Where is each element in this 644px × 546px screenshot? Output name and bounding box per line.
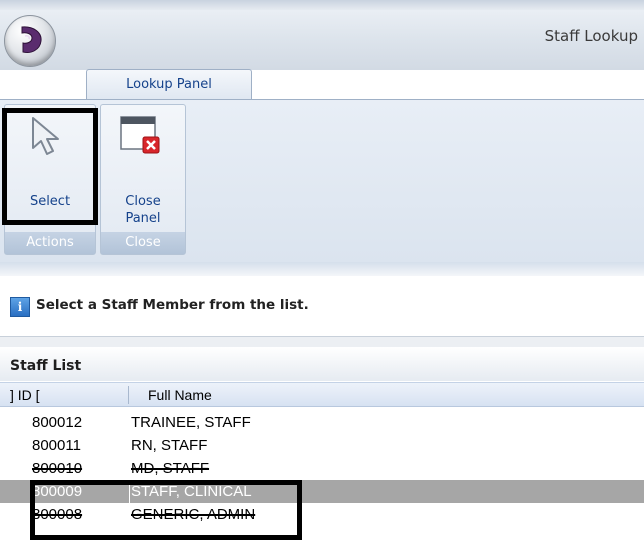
close-button-label-line2: Panel bbox=[125, 211, 161, 226]
application-orb-button[interactable] bbox=[4, 15, 56, 67]
ribbon-group-close: Close Panel Close bbox=[100, 104, 186, 255]
close-button-label-line1: Close bbox=[125, 194, 161, 209]
staff-id-cell: 800009 bbox=[32, 480, 130, 503]
staff-list-title: Staff List bbox=[10, 358, 82, 374]
table-row[interactable]: 800008 GENERIC, ADMIN bbox=[0, 503, 644, 526]
ribbon-group-label-actions: Actions bbox=[5, 232, 95, 254]
select-button-label: Select bbox=[29, 194, 71, 209]
ribbon-group-actions: Select Actions bbox=[4, 104, 96, 255]
info-icon: i bbox=[10, 297, 30, 317]
table-row[interactable]: 800010 MD, STAFF bbox=[0, 457, 644, 480]
info-message: Select a Staff Member from the list. bbox=[36, 297, 309, 313]
staff-name-cell: TRAINEE, STAFF bbox=[131, 414, 251, 431]
column-header-full-name[interactable]: Full Name bbox=[148, 387, 212, 403]
staff-list-header: Staff List bbox=[0, 347, 644, 381]
table-row-selected[interactable]: 800009 STAFF, CLINICAL bbox=[0, 480, 644, 503]
staff-name-cell: RN, STAFF bbox=[131, 437, 208, 454]
section-divider bbox=[0, 337, 644, 347]
staff-id-cell: 800010 bbox=[32, 460, 83, 477]
column-header-row: ] ID [ Full Name bbox=[0, 382, 644, 407]
table-row[interactable]: 800012 TRAINEE, STAFF bbox=[0, 411, 644, 434]
window-title: Staff Lookup bbox=[544, 27, 638, 45]
window-top-strip bbox=[0, 0, 644, 10]
staff-id-cell: 800012 bbox=[32, 414, 83, 431]
title-bar: Staff Lookup bbox=[0, 0, 644, 70]
close-panel-button[interactable]: Close Panel bbox=[101, 105, 185, 234]
ribbon-group-label-close: Close bbox=[101, 232, 185, 254]
staff-id-cell: 800008 bbox=[32, 506, 83, 523]
app-logo-icon bbox=[21, 26, 42, 53]
ribbon: Select Actions Close Panel Close bbox=[0, 100, 644, 262]
select-button[interactable]: Select bbox=[5, 105, 95, 234]
staff-name-cell: GENERIC, ADMIN bbox=[131, 506, 256, 523]
tab-lookup-panel[interactable]: Lookup Panel bbox=[86, 69, 252, 100]
staff-id-cell: 800011 bbox=[32, 437, 81, 454]
close-window-icon bbox=[120, 116, 160, 154]
info-bar: i Select a Staff Member from the list. bbox=[0, 276, 644, 337]
staff-name-cell: MD, STAFF bbox=[131, 460, 210, 477]
staff-name-cell: STAFF, CLINICAL bbox=[131, 483, 252, 500]
column-separator[interactable] bbox=[128, 386, 129, 404]
column-header-id[interactable]: ] ID [ bbox=[10, 387, 40, 403]
cursor-arrow-icon bbox=[32, 117, 59, 155]
ribbon-bottom-edge bbox=[0, 262, 644, 276]
table-row[interactable]: 800011 RN, STAFF bbox=[0, 434, 644, 457]
